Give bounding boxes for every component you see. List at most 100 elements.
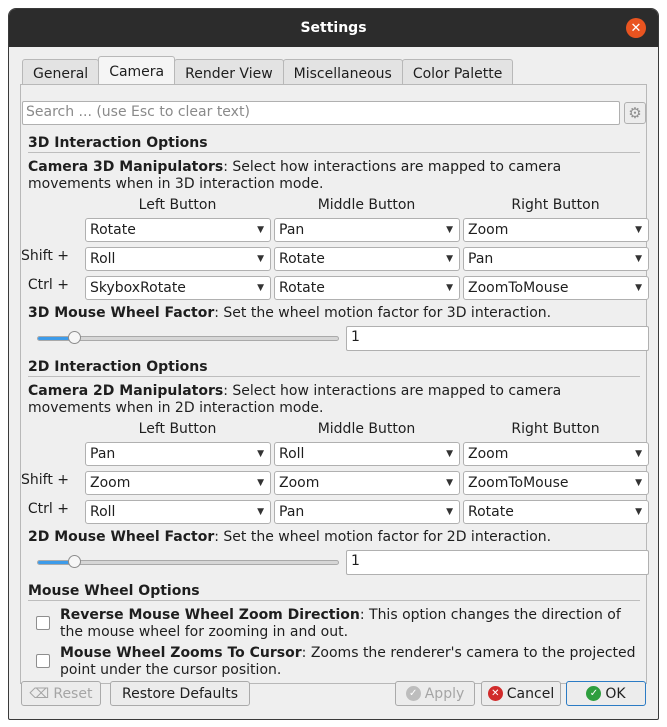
wheel-factor-2d-text: : Set the wheel motion factor for 2D int… [214, 529, 552, 545]
wheel-factor-2d-slider[interactable] [37, 555, 339, 568]
combo-value: Roll [90, 251, 116, 267]
combo-value: Zoom [468, 222, 509, 238]
combo-value: Pan [279, 504, 305, 520]
dropdown-arrow-icon: ▼ [635, 225, 642, 235]
ok-check-icon: ✓ [586, 686, 602, 701]
column-left-button-2d: Left Button [138, 421, 217, 437]
dropdown-arrow-icon: ▼ [257, 449, 264, 459]
slider-handle[interactable] [68, 331, 81, 344]
slider-handle[interactable] [68, 555, 81, 568]
combo-2d-left-ctrl[interactable]: Roll ▼ [85, 500, 271, 524]
dropdown-arrow-icon: ▼ [257, 283, 264, 293]
combo-value: Pan [279, 222, 305, 238]
section-title-2d: 2D Interaction Options [28, 359, 640, 377]
column-right-button-3d: Right Button [511, 197, 600, 213]
manipulators-2d-description: Camera 2D Manipulators: Select how inter… [28, 383, 640, 417]
tab-render-view[interactable]: Render View [174, 59, 284, 87]
modifier-shift-3d: Shift + [21, 248, 70, 264]
combo-value: Zoom [468, 446, 509, 462]
section-title-mouse-wheel: Mouse Wheel Options [28, 583, 640, 601]
tab-miscellaneous[interactable]: Miscellaneous [282, 59, 403, 87]
reverse-zoom-label: Reverse Mouse Wheel Zoom Direction [60, 607, 360, 623]
check-icon: ✓ [405, 686, 421, 701]
combo-2d-middle-ctrl[interactable]: Pan ▼ [274, 500, 460, 524]
combo-3d-right-shift[interactable]: Pan ▼ [463, 247, 649, 271]
combo-value: Rotate [90, 222, 136, 238]
combo-value: Zoom [279, 475, 320, 491]
column-left-button-3d: Left Button [138, 197, 217, 213]
manipulators-3d-label: Camera 3D Manipulators [28, 159, 224, 175]
ok-button[interactable]: ✓ OK [566, 681, 646, 706]
combo-3d-middle-none[interactable]: Pan ▼ [274, 218, 460, 242]
wheel-factor-3d-input[interactable]: 1 [346, 326, 649, 351]
reverse-zoom-checkbox[interactable] [36, 616, 50, 630]
reset-button[interactable]: ⌫ Reset [21, 681, 101, 706]
combo-3d-middle-ctrl[interactable]: Rotate ▼ [274, 276, 460, 300]
combo-3d-left-none[interactable]: Rotate ▼ [85, 218, 271, 242]
combo-value: ZoomToMouse [468, 475, 569, 491]
restore-defaults-button[interactable]: Restore Defaults [110, 681, 250, 706]
reset-label: Reset [53, 685, 93, 702]
combo-2d-middle-none[interactable]: Roll ▼ [274, 442, 460, 466]
gear-icon[interactable]: ⚙ [624, 102, 646, 124]
manipulators-2d-label: Camera 2D Manipulators [28, 383, 224, 399]
dropdown-arrow-icon: ▼ [446, 478, 453, 488]
combo-3d-right-ctrl[interactable]: ZoomToMouse ▼ [463, 276, 649, 300]
modifier-ctrl-3d: Ctrl + [27, 277, 69, 293]
section-title-3d: 3D Interaction Options [28, 135, 640, 153]
dropdown-arrow-icon: ▼ [635, 254, 642, 264]
search-input[interactable]: Search ... (use Esc to clear text) [22, 101, 620, 125]
tab-color-palette[interactable]: Color Palette [401, 59, 514, 87]
combo-3d-left-ctrl[interactable]: SkyboxRotate ▼ [85, 276, 271, 300]
dropdown-arrow-icon: ▼ [257, 254, 264, 264]
combo-2d-right-ctrl[interactable]: Rotate ▼ [463, 500, 649, 524]
combo-2d-left-shift[interactable]: Zoom ▼ [85, 471, 271, 495]
column-middle-button-3d: Middle Button [317, 197, 416, 213]
wheel-factor-3d-text: : Set the wheel motion factor for 3D int… [214, 305, 552, 321]
combo-value: Roll [90, 504, 116, 520]
dropdown-arrow-icon: ▼ [257, 478, 264, 488]
apply-label: Apply [424, 685, 465, 702]
camera-tab-panel: Search ... (use Esc to clear text) ⚙ 3D … [20, 84, 649, 684]
reverse-zoom-description: Reverse Mouse Wheel Zoom Direction: This… [60, 607, 640, 641]
apply-button[interactable]: ✓ Apply [395, 681, 475, 706]
combo-value: Pan [468, 251, 494, 267]
dropdown-arrow-icon: ▼ [446, 449, 453, 459]
combo-value: Rotate [468, 504, 514, 520]
combo-2d-middle-shift[interactable]: Zoom ▼ [274, 471, 460, 495]
cancel-button[interactable]: ✕ Cancel [481, 681, 561, 706]
wheel-factor-2d-description: 2D Mouse Wheel Factor: Set the wheel mot… [28, 529, 640, 546]
combo-value: Roll [279, 446, 305, 462]
dropdown-arrow-icon: ▼ [446, 225, 453, 235]
clear-icon: ⌫ [29, 685, 50, 702]
modifier-ctrl-2d: Ctrl + [27, 501, 69, 517]
combo-2d-right-shift[interactable]: ZoomToMouse ▼ [463, 471, 649, 495]
dropdown-arrow-icon: ▼ [257, 507, 264, 517]
combo-2d-left-none[interactable]: Pan ▼ [85, 442, 271, 466]
tab-camera[interactable]: Camera [98, 56, 176, 87]
column-middle-button-2d: Middle Button [317, 421, 416, 437]
combo-value: Rotate [279, 280, 325, 296]
tab-bar: General Camera Render View Miscellaneous… [22, 56, 514, 87]
tab-general[interactable]: General [22, 59, 100, 87]
combo-value: Zoom [90, 475, 131, 491]
combo-value: Pan [90, 446, 116, 462]
combo-3d-right-none[interactable]: Zoom ▼ [463, 218, 649, 242]
zoom-to-cursor-checkbox[interactable] [36, 654, 50, 668]
restore-defaults-label: Restore Defaults [121, 685, 239, 702]
combo-3d-middle-shift[interactable]: Rotate ▼ [274, 247, 460, 271]
close-icon[interactable]: ✕ [626, 18, 646, 38]
combo-3d-left-shift[interactable]: Roll ▼ [85, 247, 271, 271]
dropdown-arrow-icon: ▼ [635, 478, 642, 488]
dropdown-arrow-icon: ▼ [635, 449, 642, 459]
combo-2d-right-none[interactable]: Zoom ▼ [463, 442, 649, 466]
combo-value: ZoomToMouse [468, 280, 569, 296]
wheel-factor-3d-slider[interactable] [37, 331, 339, 344]
combo-value: Rotate [279, 251, 325, 267]
title-bar: Settings ✕ [9, 9, 658, 47]
dropdown-arrow-icon: ▼ [446, 254, 453, 264]
combo-value: SkyboxRotate [90, 280, 186, 296]
dropdown-arrow-icon: ▼ [635, 507, 642, 517]
wheel-factor-2d-input[interactable]: 1 [346, 550, 649, 575]
dropdown-arrow-icon: ▼ [446, 507, 453, 517]
